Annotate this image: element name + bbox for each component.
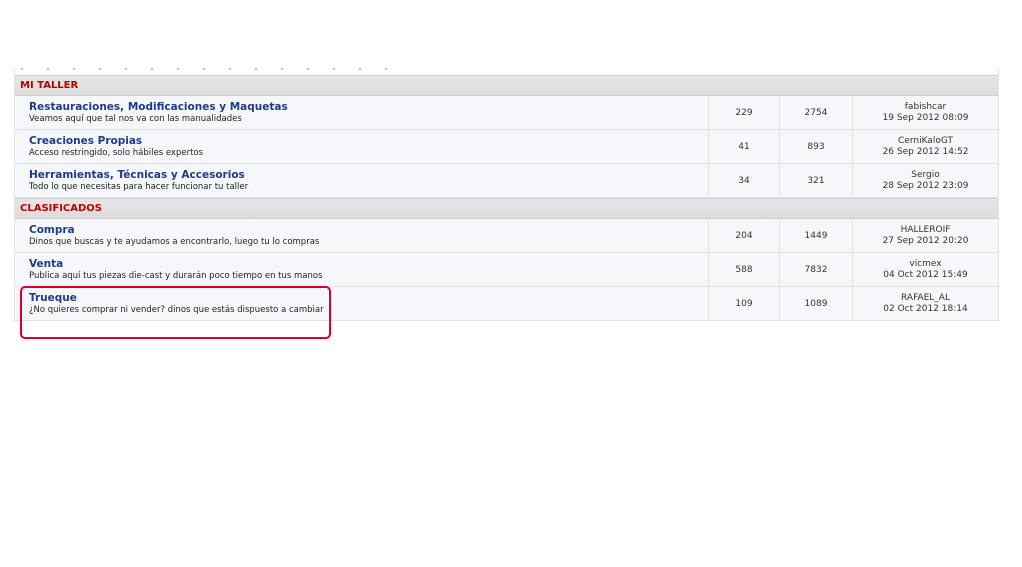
forum-description: Dinos que buscas y te ayudamos a encontr… xyxy=(29,237,320,247)
forum-title-link[interactable]: Venta xyxy=(29,258,708,271)
forum-title-link[interactable]: Creaciones Propias xyxy=(29,135,708,148)
forum-title-link[interactable]: Herramientas, Técnicas y Accesorios xyxy=(29,169,708,182)
topic-count: 204 xyxy=(709,219,780,252)
last-post: CerniKaloGT 26 Sep 2012 14:52 xyxy=(853,130,998,163)
category-header-mi-taller[interactable]: MI TALLER xyxy=(15,75,998,96)
forum-description: Publica aquí tus piezas die-cast y durar… xyxy=(29,271,323,281)
post-count: 893 xyxy=(780,130,853,163)
forum-title-link[interactable]: Compra xyxy=(29,224,708,237)
red-highlight-annotation xyxy=(20,286,331,339)
forum-index-table: MI TALLER Restauraciones, Modificaciones… xyxy=(14,68,999,321)
post-count: 7832 xyxy=(780,253,853,286)
post-count: 1089 xyxy=(780,287,853,320)
last-post: Sergio 28 Sep 2012 23:09 xyxy=(853,164,998,197)
topic-count: 588 xyxy=(709,253,780,286)
last-post-user[interactable]: CerniKaloGT xyxy=(898,136,953,147)
last-post-date: 26 Sep 2012 14:52 xyxy=(882,146,969,157)
last-post: fabishcar 19 Sep 2012 08:09 xyxy=(853,96,998,129)
forum-row: Creaciones Propias Acceso restringido, s… xyxy=(15,130,998,164)
forum-row: Herramientas, Técnicas y Accesorios Todo… xyxy=(15,164,998,198)
forum-description: Acceso restringido, solo hábiles experto… xyxy=(29,148,204,158)
post-count: 321 xyxy=(780,164,853,197)
topic-count: 109 xyxy=(709,287,780,320)
forum-description: Todo lo que necesitas para hacer funcion… xyxy=(29,182,249,192)
last-post-user[interactable]: Sergio xyxy=(911,170,940,181)
last-post-date: 04 Oct 2012 15:49 xyxy=(883,269,968,280)
post-count: 2754 xyxy=(780,96,853,129)
category-header-clasificados[interactable]: CLASIFICADOS xyxy=(15,198,998,219)
last-post: HALLEROIF 27 Sep 2012 20:20 xyxy=(853,219,998,252)
last-post-user[interactable]: HALLEROIF xyxy=(901,225,951,236)
forum-row: Compra Dinos que buscas y te ayudamos a … xyxy=(15,219,998,253)
topic-count: 229 xyxy=(709,96,780,129)
forum-row: Restauraciones, Modificaciones y Maqueta… xyxy=(15,96,998,130)
last-post-date: 27 Sep 2012 20:20 xyxy=(882,235,969,246)
last-post: RAFAEL_AL 02 Oct 2012 18:14 xyxy=(853,287,998,320)
forum-description: Veamos aquí que tal nos va con las manua… xyxy=(29,114,242,124)
last-post-user[interactable]: vicmex xyxy=(909,259,941,270)
cropped-previous-row xyxy=(15,68,998,75)
post-count: 1449 xyxy=(780,219,853,252)
last-post: vicmex 04 Oct 2012 15:49 xyxy=(853,253,998,286)
last-post-date: 28 Sep 2012 23:09 xyxy=(882,180,969,191)
last-post-user[interactable]: fabishcar xyxy=(905,102,946,113)
forum-row: Venta Publica aquí tus piezas die-cast y… xyxy=(15,253,998,287)
topic-count: 34 xyxy=(709,164,780,197)
topic-count: 41 xyxy=(709,130,780,163)
last-post-user[interactable]: RAFAEL_AL xyxy=(901,293,950,304)
last-post-date: 02 Oct 2012 18:14 xyxy=(883,303,968,314)
forum-title-link[interactable]: Restauraciones, Modificaciones y Maqueta… xyxy=(29,101,708,114)
last-post-date: 19 Sep 2012 08:09 xyxy=(882,112,969,123)
